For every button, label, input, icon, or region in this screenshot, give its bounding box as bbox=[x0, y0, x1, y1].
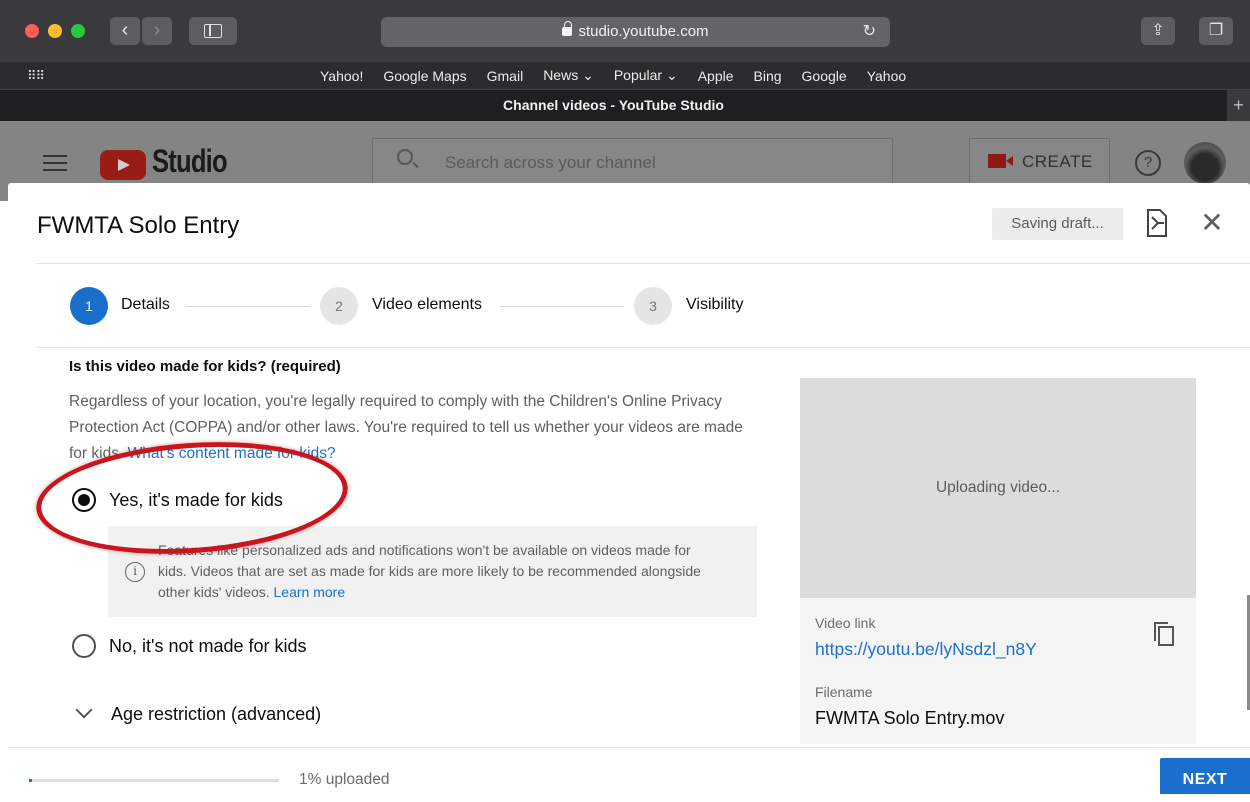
tabs-icon: ❐ bbox=[1208, 22, 1224, 39]
age-restriction-toggle[interactable]: Age restriction (advanced) bbox=[111, 704, 321, 725]
tab-overview-button[interactable]: ❐ bbox=[1199, 17, 1233, 45]
step-connector bbox=[500, 306, 624, 307]
lock-icon bbox=[562, 21, 573, 36]
next-button[interactable]: NEXT bbox=[1160, 758, 1250, 794]
search-placeholder: Search across your channel bbox=[445, 153, 656, 172]
video-camera-icon bbox=[988, 154, 1013, 168]
favorite-link[interactable]: News ⌄ bbox=[543, 67, 594, 84]
video-preview-panel: Uploading video... Video link https://yo… bbox=[800, 378, 1196, 744]
filename-label: Filename bbox=[815, 684, 873, 700]
favorites-bar: ⠿⠿ Yahoo! Google Maps Gmail News ⌄ Popular ⌄… bbox=[0, 62, 1250, 89]
forward-button[interactable]: › bbox=[142, 17, 172, 45]
upload-progress-text: 1% uploaded bbox=[299, 771, 390, 788]
reload-icon[interactable]: ↻ bbox=[863, 17, 876, 47]
avatar[interactable] bbox=[1184, 142, 1226, 184]
kids-question-heading: Is this video made for kids? (required) bbox=[69, 358, 341, 375]
step-visibility-label[interactable]: Visibility bbox=[686, 296, 744, 314]
favorite-link[interactable]: Yahoo! bbox=[320, 68, 363, 84]
window-minimize-button[interactable] bbox=[48, 24, 62, 38]
step-3-badge[interactable]: 3 bbox=[634, 287, 672, 325]
info-icon: i bbox=[125, 562, 145, 582]
favorite-link[interactable]: Bing bbox=[754, 68, 782, 84]
favorite-link[interactable]: Yahoo bbox=[867, 68, 906, 84]
chevron-down-icon[interactable] bbox=[75, 701, 93, 719]
tab-bar: Channel videos - YouTube Studio + bbox=[0, 89, 1250, 121]
close-icon[interactable]: ✕ bbox=[1198, 209, 1226, 237]
new-tab-button[interactable]: + bbox=[1227, 90, 1250, 121]
kids-note-text: Features like personalized ads and notif… bbox=[158, 542, 701, 600]
video-link-label: Video link bbox=[815, 615, 876, 631]
upload-dialog: FWMTA Solo Entry Saving draft... ✕ 1 Det… bbox=[8, 183, 1250, 794]
apps-grid-icon[interactable]: ⠿⠿ bbox=[27, 68, 45, 84]
learn-more-link[interactable]: Learn more bbox=[274, 584, 346, 600]
favorite-link[interactable]: Gmail bbox=[487, 68, 524, 84]
upload-status-text: Uploading video... bbox=[935, 479, 1061, 496]
header-divider bbox=[36, 263, 1250, 264]
dialog-title: FWMTA Solo Entry bbox=[37, 212, 240, 239]
share-button[interactable]: ⇪ bbox=[1141, 17, 1175, 45]
browser-toolbar: ‹ › studio.youtube.com ↻ ⇪ ❐ bbox=[0, 0, 1250, 62]
upload-progress-fill bbox=[29, 779, 32, 782]
copy-icon[interactable] bbox=[1152, 621, 1176, 647]
create-label: CREATE bbox=[1022, 152, 1093, 171]
favorite-link[interactable]: Popular ⌄ bbox=[614, 67, 678, 84]
studio-brand: Studio bbox=[152, 143, 228, 179]
back-button[interactable]: ‹ bbox=[110, 17, 140, 45]
step-connector bbox=[186, 306, 310, 307]
feedback-icon[interactable] bbox=[1144, 207, 1170, 239]
step-2-badge[interactable]: 2 bbox=[320, 287, 358, 325]
footer-divider bbox=[8, 747, 1250, 748]
search-icon bbox=[397, 149, 413, 165]
plus-icon: + bbox=[1233, 95, 1244, 115]
video-thumbnail: Uploading video... bbox=[800, 378, 1196, 598]
channel-search-input[interactable]: Search across your channel bbox=[372, 138, 893, 186]
made-for-kids-no-label[interactable]: No, it's not made for kids bbox=[109, 636, 307, 657]
address-bar[interactable]: studio.youtube.com ↻ bbox=[381, 17, 890, 47]
youtube-logo-icon bbox=[100, 150, 146, 180]
active-tab[interactable]: Channel videos - YouTube Studio bbox=[0, 90, 1227, 121]
help-icon[interactable]: ? bbox=[1135, 150, 1161, 176]
url-text: studio.youtube.com bbox=[578, 23, 709, 40]
favorite-link[interactable]: Google bbox=[802, 68, 847, 84]
sidebar-toggle-button[interactable] bbox=[189, 17, 237, 45]
window-close-button[interactable] bbox=[25, 24, 39, 38]
sidebar-icon bbox=[204, 24, 222, 38]
upload-progress-bar bbox=[29, 779, 279, 782]
step-video-elements-label[interactable]: Video elements bbox=[372, 296, 482, 314]
made-for-kids-no-radio[interactable] bbox=[72, 634, 96, 658]
chevron-right-icon: › bbox=[153, 19, 161, 41]
step-1-badge[interactable]: 1 bbox=[70, 287, 108, 325]
saving-status-badge: Saving draft... bbox=[992, 208, 1123, 240]
kids-note-text-block: Features like personalized ads and notif… bbox=[158, 540, 718, 603]
favorite-link[interactable]: Apple bbox=[698, 68, 734, 84]
step-details-label[interactable]: Details bbox=[121, 296, 170, 314]
filename-value: FWMTA Solo Entry.mov bbox=[815, 708, 1005, 728]
create-button[interactable]: CREATE bbox=[969, 138, 1110, 186]
window-zoom-button[interactable] bbox=[71, 24, 85, 38]
menu-icon[interactable] bbox=[43, 155, 67, 171]
favorite-link[interactable]: Google Maps bbox=[383, 68, 466, 84]
favorites-list: Yahoo! Google Maps Gmail News ⌄ Popular ⌄ App… bbox=[320, 62, 926, 89]
video-link[interactable]: https://youtu.be/lyNsdzl_n8Y bbox=[815, 639, 1037, 660]
share-icon: ⇪ bbox=[1151, 22, 1165, 39]
chevron-left-icon: ‹ bbox=[121, 19, 129, 41]
